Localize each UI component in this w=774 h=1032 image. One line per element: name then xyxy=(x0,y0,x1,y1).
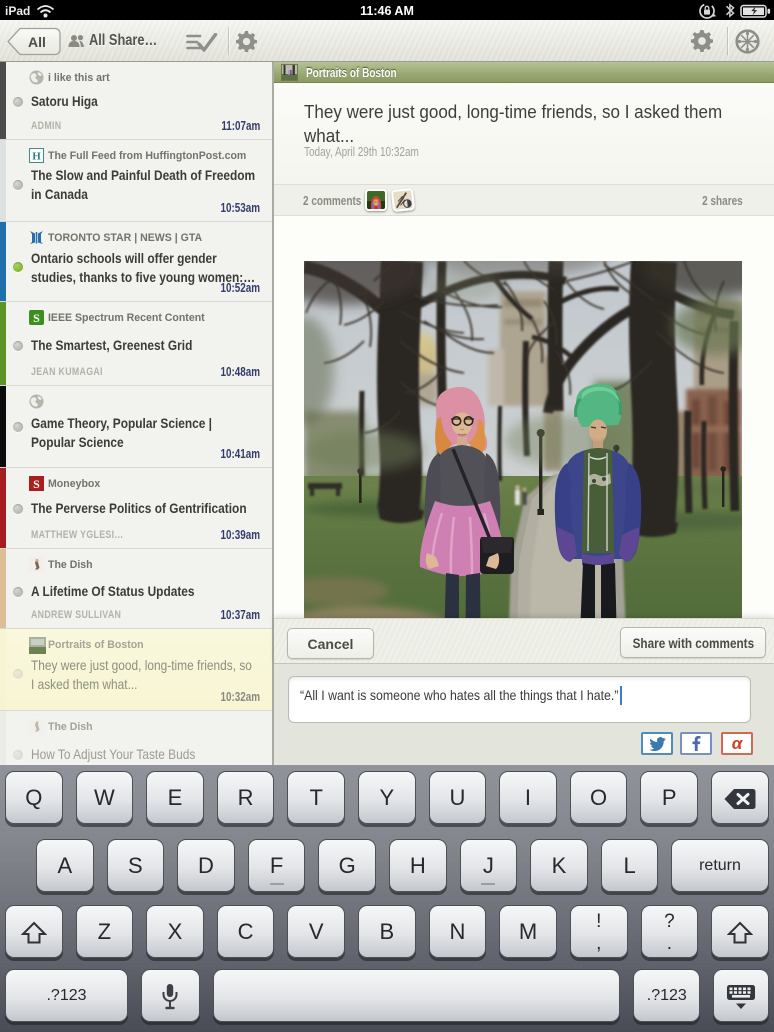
svg-text:S: S xyxy=(33,311,40,325)
svg-text:All: All xyxy=(28,34,46,50)
svg-text:H: H xyxy=(32,151,41,163)
svg-text:S: S xyxy=(33,477,40,491)
